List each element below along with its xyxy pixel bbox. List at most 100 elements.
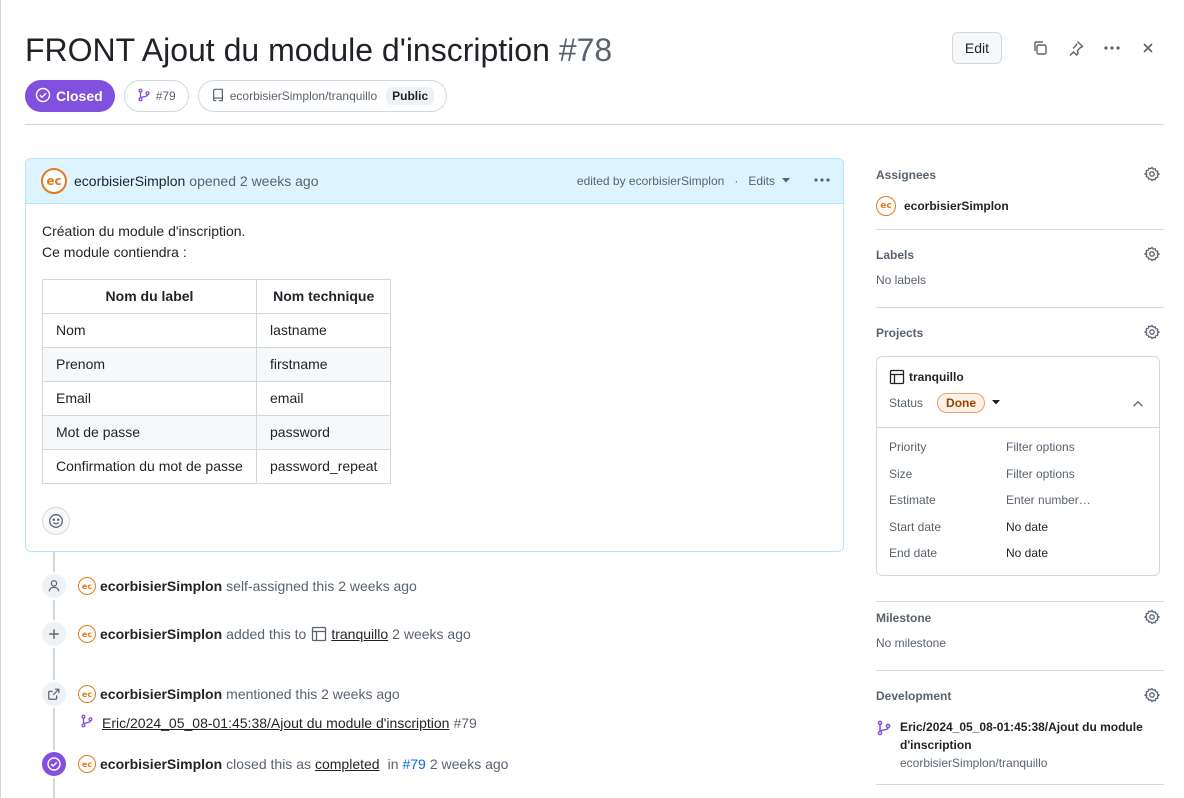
- repo-pill[interactable]: ecorbisierSimplon/tranquillo Public: [197, 80, 448, 112]
- divider: [876, 601, 1164, 602]
- avatar: ec: [876, 196, 896, 216]
- comment-header: ec ecorbisierSimplon opened 2 weeks ago …: [26, 159, 843, 204]
- assignees-section: Assignees ec ecorbisierSimplon: [876, 165, 1164, 216]
- status-label: Status: [889, 396, 924, 410]
- issue-header: FRONT Ajout du module d'inscription #78 …: [25, 28, 1164, 72]
- edit-button[interactable]: Edit: [951, 32, 1002, 64]
- plus-icon: [40, 620, 68, 648]
- table-header-cell: Nom du label: [42, 279, 257, 314]
- project-name-row[interactable]: tranquillo: [889, 369, 1147, 385]
- table-row: Prenom firstname: [42, 347, 392, 382]
- field-value[interactable]: Filter options: [1006, 467, 1075, 481]
- timeline-user[interactable]: ecorbisierSimplon: [100, 578, 222, 594]
- closing-pr-link[interactable]: #79: [402, 756, 425, 772]
- table-cell: Nom: [42, 313, 257, 348]
- projects-section: Projects: [876, 323, 1164, 343]
- divider: [876, 670, 1164, 671]
- chevron-up-icon[interactable]: [1131, 397, 1145, 414]
- development-title: Development: [876, 689, 952, 703]
- timeline-user[interactable]: ecorbisierSimplon: [100, 626, 222, 642]
- field-value[interactable]: Filter options: [1006, 440, 1075, 454]
- milestone-value: No milestone: [876, 636, 947, 650]
- status-badge[interactable]: Done: [937, 393, 986, 413]
- milestone-title: Milestone: [876, 611, 932, 625]
- page-edge: [0, 0, 1, 798]
- mentioned-pr-number[interactable]: #79: [453, 715, 476, 731]
- gear-icon[interactable]: [1143, 324, 1161, 343]
- avatar[interactable]: ec: [78, 685, 96, 703]
- table-cell: Mot de passe: [42, 415, 257, 450]
- field-value[interactable]: Enter number…: [1006, 493, 1091, 507]
- branch-icon: [876, 718, 892, 772]
- body-line: Ce module contiendra :: [42, 244, 187, 260]
- field-key: Start date: [889, 519, 942, 534]
- mentioned-pr-link[interactable]: Eric/2024_05_08-01:45:38/Ajout du module…: [102, 715, 449, 731]
- add-reaction-button[interactable]: [42, 507, 70, 535]
- avatar[interactable]: ec: [78, 577, 96, 595]
- table-cell: Confirmation du mot de passe: [42, 449, 257, 484]
- separator-dot: ·: [734, 174, 739, 188]
- divider: [876, 229, 1164, 230]
- labels-value: No labels: [876, 273, 927, 287]
- avatar[interactable]: ec: [78, 755, 96, 773]
- state-badge: Closed: [25, 80, 115, 112]
- assignee[interactable]: ec ecorbisierSimplon: [876, 196, 1164, 216]
- gear-icon[interactable]: [1143, 687, 1161, 706]
- projects-title: Projects: [876, 326, 924, 340]
- branch-icon: [137, 88, 151, 105]
- timeline-description: mentioned this 2 weeks ago: [226, 686, 400, 702]
- avatar[interactable]: ec: [41, 168, 67, 194]
- project-status-row: Status Done: [889, 393, 1147, 413]
- field-value[interactable]: No date: [1006, 546, 1048, 560]
- linked-pull-request[interactable]: Eric/2024_05_08-01:45:38/Ajout du module…: [876, 718, 1164, 772]
- completed-link[interactable]: completed: [315, 756, 380, 772]
- issue-title: FRONT Ajout du module d'inscription #78: [25, 30, 612, 70]
- timeline-event: ec ecorbisierSimplon added this to tranq…: [40, 620, 471, 648]
- table-cell: Prenom: [42, 347, 257, 382]
- timeline-user[interactable]: ecorbisierSimplon: [100, 756, 222, 772]
- copy-icon[interactable]: [1024, 32, 1056, 64]
- table-icon: [311, 626, 327, 642]
- comment-author[interactable]: ecorbisierSimplon: [74, 173, 185, 189]
- timeline-description: self-assigned this 2 weeks ago: [226, 578, 417, 594]
- smiley-icon: [49, 514, 63, 528]
- field-key: End date: [889, 546, 938, 560]
- close-icon[interactable]: [1132, 32, 1164, 64]
- timeline-user[interactable]: ecorbisierSimplon: [100, 686, 222, 702]
- table-row: Nom lastname: [42, 313, 392, 348]
- project-link[interactable]: tranquillo: [331, 626, 388, 642]
- comment-timestamp: opened 2 weeks ago: [189, 173, 319, 189]
- state-label: Closed: [56, 88, 103, 104]
- more-options-icon[interactable]: [1096, 32, 1128, 64]
- table-row: Mot de passe password: [42, 415, 392, 450]
- pin-icon[interactable]: [1060, 32, 1092, 64]
- table-cell: Email: [42, 381, 257, 416]
- triangle-down-icon[interactable]: [991, 396, 1001, 410]
- issue-meta-row: Closed #79 ecorbisierSimplon/tranquillo …: [25, 80, 448, 112]
- gear-icon[interactable]: [1143, 609, 1161, 628]
- table-icon: [889, 369, 905, 385]
- avatar[interactable]: ec: [78, 625, 96, 643]
- gear-icon[interactable]: [1143, 166, 1161, 185]
- assignees-title: Assignees: [876, 168, 937, 182]
- person-icon: [40, 572, 68, 600]
- linked-pr-pill[interactable]: #79: [123, 80, 189, 112]
- timeline-text: ec ecorbisierSimplon added this to tranq…: [78, 625, 471, 643]
- comment-more-icon[interactable]: [813, 172, 831, 191]
- timeline-event: ec ecorbisierSimplon mentioned this 2 we…: [40, 680, 400, 708]
- divider: [876, 784, 1164, 785]
- issue-number: #78: [558, 32, 613, 68]
- project-field: End date No date: [889, 546, 1147, 573]
- field-value[interactable]: No date: [1006, 520, 1048, 534]
- project-fields: Priority Filter options Size Filter opti…: [877, 428, 1159, 585]
- edits-dropdown[interactable]: Edits: [748, 174, 791, 188]
- issue-body-comment: ec ecorbisierSimplon opened 2 weeks ago …: [25, 158, 844, 552]
- body-line: Création du module d'inscription.: [42, 223, 246, 239]
- fields-table: Nom du label Nom technique Nom lastname …: [42, 279, 392, 484]
- table-row: Confirmation du mot de passe password_re…: [42, 449, 392, 484]
- pr-repo: ecorbisierSimplon/tranquillo: [900, 756, 1048, 770]
- table-cell: lastname: [255, 313, 392, 348]
- pr-title[interactable]: Eric/2024_05_08-01:45:38/Ajout du module…: [900, 718, 1164, 754]
- gear-icon[interactable]: [1143, 246, 1161, 265]
- issue-title-text: FRONT Ajout du module d'inscription: [25, 32, 550, 68]
